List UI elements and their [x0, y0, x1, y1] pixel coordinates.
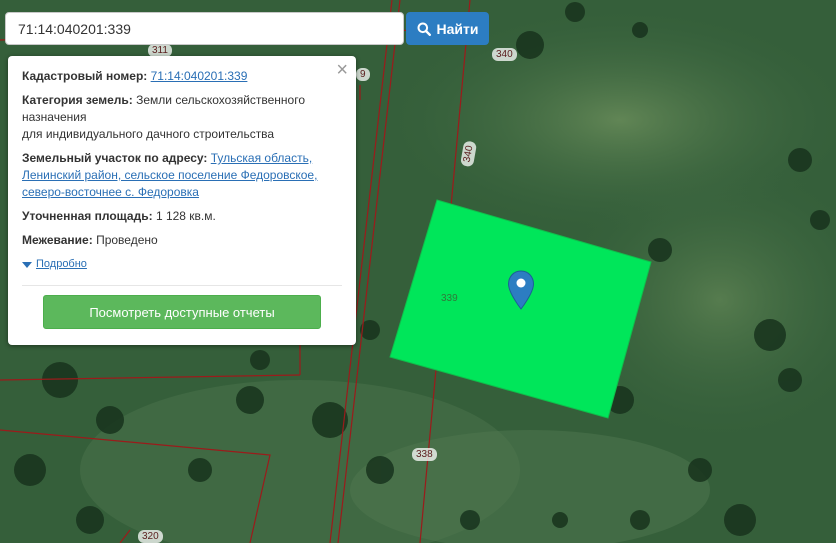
- search-field[interactable]: [5, 12, 404, 45]
- divider: [22, 285, 342, 286]
- land-category-use: для индивидуального дачного строительств…: [22, 127, 275, 141]
- address-row: Земельный участок по адресу: Тульская об…: [22, 150, 342, 201]
- search-input[interactable]: [6, 13, 403, 44]
- cadastral-number-row: Кадастровый номер: 71:14:040201:339: [22, 68, 342, 85]
- parcel-label-339: 339: [441, 293, 458, 304]
- area-row: Уточненная площадь: 1 128 кв.м.: [22, 208, 342, 225]
- survey-value: Проведено: [96, 233, 158, 247]
- caret-down-icon: [22, 261, 32, 268]
- land-category-row: Категория земель: Земли сельскохозяйстве…: [22, 92, 342, 143]
- cadastral-number-link[interactable]: 71:14:040201:339: [151, 69, 248, 83]
- area-label: Уточненная площадь:: [22, 209, 153, 223]
- cadastral-number-label: Кадастровый номер:: [22, 69, 148, 83]
- search-button-label: Найти: [436, 20, 479, 37]
- survey-row: Межевание: Проведено: [22, 232, 342, 249]
- parcel-label-9: 9: [356, 68, 370, 81]
- parcel-label-338: 338: [412, 448, 437, 461]
- details-link[interactable]: Подробно: [36, 256, 87, 273]
- search-button[interactable]: Найти: [406, 12, 489, 45]
- view-reports-button[interactable]: Посмотреть доступные отчеты: [43, 295, 321, 329]
- parcel-label-340-top: 340: [492, 48, 517, 61]
- parcel-label-320: 320: [138, 530, 163, 543]
- address-label: Земельный участок по адресу:: [22, 151, 208, 165]
- close-icon[interactable]: ×: [336, 60, 348, 80]
- search-icon: [417, 22, 431, 36]
- parcel-info-popup: × Кадастровый номер: 71:14:040201:339 Ка…: [8, 56, 356, 345]
- map-marker-icon[interactable]: [507, 270, 535, 310]
- details-toggle[interactable]: Подробно: [22, 256, 342, 273]
- land-category-label: Категория земель:: [22, 93, 133, 107]
- survey-label: Межевание:: [22, 233, 93, 247]
- area-value: 1 128 кв.м.: [155, 209, 216, 223]
